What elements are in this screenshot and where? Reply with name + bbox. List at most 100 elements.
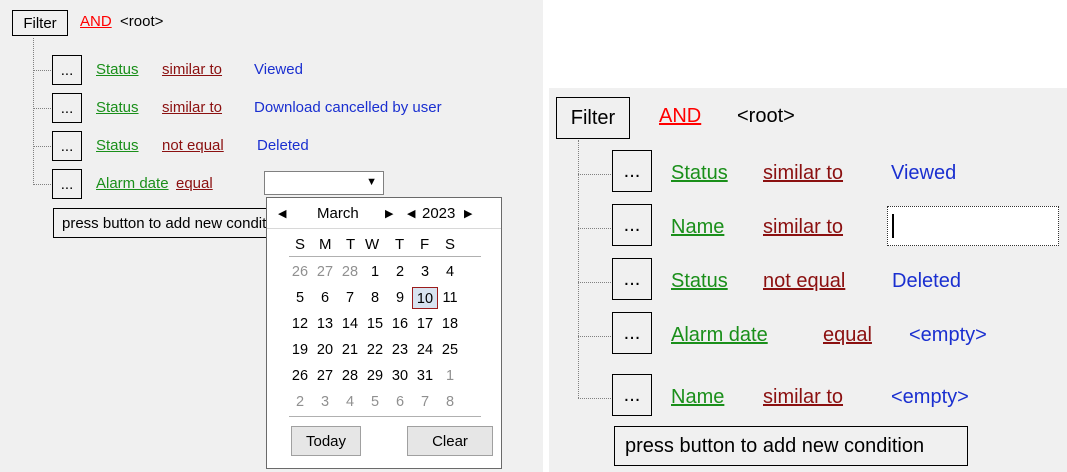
tree-branch [33, 184, 51, 185]
calendar-day[interactable]: 16 [387, 316, 413, 332]
month-label[interactable]: March [317, 205, 359, 222]
condition-operator[interactable]: similar to [763, 386, 843, 409]
tree-branch [33, 146, 51, 147]
calendar-day[interactable]: 17 [412, 316, 438, 332]
calendar-day[interactable]: 3 [312, 394, 338, 410]
clear-button[interactable]: Clear [407, 426, 493, 456]
calendar-day[interactable]: 13 [312, 316, 338, 332]
condition-field[interactable]: Alarm date [671, 324, 768, 347]
condition-operator[interactable]: similar to [162, 99, 222, 116]
condition-operator[interactable]: not equal [763, 270, 845, 293]
calendar-day[interactable]: 9 [387, 290, 413, 306]
calendar-day[interactable]: 19 [287, 342, 313, 358]
condition-value[interactable]: Download cancelled by user [254, 99, 442, 116]
row-options-button[interactable]: ... [52, 55, 82, 85]
condition-field[interactable]: Status [671, 162, 728, 185]
operator-and[interactable]: AND [659, 105, 701, 128]
condition-operator[interactable]: similar to [162, 61, 222, 78]
calendar-day[interactable]: 6 [312, 290, 338, 306]
value-text-input[interactable] [887, 206, 1059, 246]
calendar-day[interactable]: 7 [412, 394, 438, 410]
calendar-day[interactable]: 20 [312, 342, 338, 358]
condition-operator[interactable]: similar to [763, 216, 843, 239]
tree-branch [578, 282, 611, 283]
calendar-day[interactable]: 5 [362, 394, 388, 410]
condition-field[interactable]: Name [671, 216, 724, 239]
tree-branch [33, 70, 51, 71]
condition-value[interactable]: Viewed [891, 162, 956, 185]
weekday-label: T [395, 236, 405, 253]
calendar-day[interactable]: 30 [387, 368, 413, 384]
today-button[interactable]: Today [291, 426, 361, 456]
calendar-day-selected[interactable]: 10 [412, 287, 438, 309]
calendar-day[interactable]: 29 [362, 368, 388, 384]
calendar-day[interactable]: 2 [287, 394, 313, 410]
calendar-day[interactable]: 26 [287, 368, 313, 384]
next-year-icon[interactable]: ▶ [464, 207, 472, 220]
calendar-day[interactable]: 4 [437, 264, 463, 280]
calendar-day[interactable]: 28 [337, 264, 363, 280]
row-options-button[interactable]: ... [612, 374, 652, 416]
row-options-button[interactable]: ... [612, 150, 652, 192]
calendar-day[interactable]: 5 [287, 290, 313, 306]
calendar-day[interactable]: 21 [337, 342, 363, 358]
condition-field[interactable]: Status [96, 99, 139, 116]
calendar-day[interactable]: 11 [437, 290, 463, 306]
condition-value[interactable]: <empty> [891, 386, 969, 409]
calendar-header: ◀ March ▶ ◀ 2023 ▶ [267, 198, 501, 228]
prev-month-icon[interactable]: ◀ [278, 207, 286, 220]
calendar-day[interactable]: 23 [387, 342, 413, 358]
condition-field[interactable]: Name [671, 386, 724, 409]
condition-field[interactable]: Status [671, 270, 728, 293]
date-picker-combo[interactable]: ▼ [264, 171, 384, 195]
condition-field[interactable]: Status [96, 61, 139, 78]
condition-value[interactable]: <empty> [909, 324, 987, 347]
calendar-day[interactable]: 3 [412, 264, 438, 280]
filter-button[interactable]: Filter [12, 10, 68, 36]
calendar-day[interactable]: 26 [287, 264, 313, 280]
calendar-day[interactable]: 22 [362, 342, 388, 358]
calendar-day[interactable]: 7 [337, 290, 363, 306]
calendar-day[interactable]: 15 [362, 316, 388, 332]
calendar-day[interactable]: 2 [387, 264, 413, 280]
calendar-day[interactable]: 8 [362, 290, 388, 306]
condition-value[interactable]: Viewed [254, 61, 303, 78]
condition-field[interactable]: Alarm date [96, 175, 169, 192]
condition-field[interactable]: Status [96, 137, 139, 154]
add-condition-button[interactable]: press button to add new condition [614, 426, 968, 466]
calendar-day[interactable]: 27 [312, 368, 338, 384]
filter-button[interactable]: Filter [556, 97, 630, 139]
tree-branch [578, 174, 611, 175]
calendar-day[interactable]: 4 [337, 394, 363, 410]
operator-and[interactable]: AND [80, 13, 112, 30]
calendar-day[interactable]: 31 [412, 368, 438, 384]
next-month-icon[interactable]: ▶ [385, 207, 393, 220]
condition-value[interactable]: Deleted [892, 270, 961, 293]
dropdown-arrow-icon[interactable]: ▼ [366, 176, 377, 188]
row-options-button[interactable]: ... [52, 93, 82, 123]
calendar-day[interactable]: 8 [437, 394, 463, 410]
calendar-day[interactable]: 6 [387, 394, 413, 410]
condition-operator[interactable]: equal [823, 324, 872, 347]
condition-value[interactable]: Deleted [257, 137, 309, 154]
condition-operator[interactable]: not equal [162, 137, 224, 154]
calendar-day[interactable]: 25 [437, 342, 463, 358]
tree-line [578, 140, 579, 398]
calendar-day[interactable]: 18 [437, 316, 463, 332]
calendar-day[interactable]: 12 [287, 316, 313, 332]
calendar-day[interactable]: 1 [437, 368, 463, 384]
calendar-day[interactable]: 14 [337, 316, 363, 332]
year-label[interactable]: 2023 [422, 205, 455, 222]
row-options-button[interactable]: ... [52, 169, 82, 199]
row-options-button[interactable]: ... [52, 131, 82, 161]
row-options-button[interactable]: ... [612, 204, 652, 246]
prev-year-icon[interactable]: ◀ [407, 207, 415, 220]
calendar-day[interactable]: 1 [362, 264, 388, 280]
condition-operator[interactable]: equal [176, 175, 213, 192]
row-options-button[interactable]: ... [612, 312, 652, 354]
calendar-day[interactable]: 24 [412, 342, 438, 358]
calendar-day[interactable]: 27 [312, 264, 338, 280]
row-options-button[interactable]: ... [612, 258, 652, 300]
condition-operator[interactable]: similar to [763, 162, 843, 185]
calendar-day[interactable]: 28 [337, 368, 363, 384]
